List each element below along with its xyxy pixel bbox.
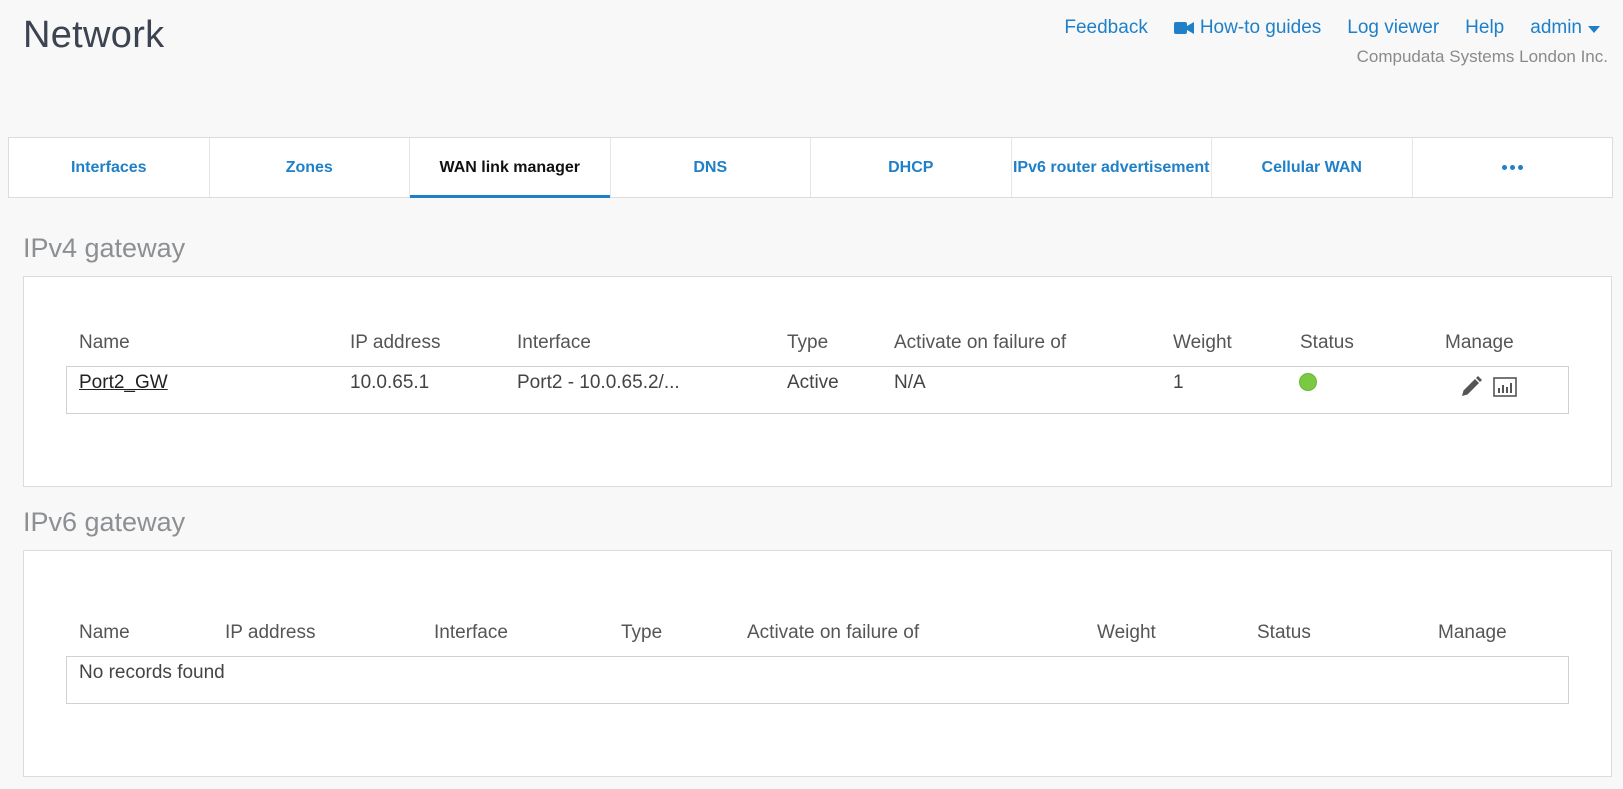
tab-bar: Interfaces Zones WAN link manager DNS DH… (8, 137, 1613, 198)
tab-dhcp[interactable]: DHCP (811, 138, 1012, 197)
col-type: Type (787, 332, 829, 353)
tab-cellular-wan[interactable]: Cellular WAN (1212, 138, 1413, 197)
col-status: Status (1300, 332, 1354, 353)
col-activate-on-failure: Activate on failure of (894, 332, 1067, 353)
table-row: Port2_GW 10.0.65.1 Port2 - 10.0.65.2/...… (66, 366, 1569, 414)
col-manage: Manage (1438, 622, 1507, 643)
col-name: Name (79, 332, 130, 353)
gateway-failover: N/A (894, 372, 926, 393)
empty-row: No records found (66, 656, 1569, 704)
tab-dns[interactable]: DNS (611, 138, 811, 197)
ipv4-section-title: IPv4 gateway (23, 233, 186, 263)
video-camera-icon (1173, 22, 1194, 34)
ipv6-panel: Name IP address Interface Type Activate … (23, 550, 1612, 777)
user-name: admin (1530, 17, 1582, 38)
help-link[interactable]: Help (1465, 17, 1504, 39)
col-manage: Manage (1445, 332, 1514, 353)
chart-icon[interactable] (1493, 376, 1517, 398)
user-menu[interactable]: admin (1530, 17, 1600, 39)
status-up-icon (1299, 373, 1317, 391)
gateway-type: Active (787, 372, 839, 393)
company-name: Compudata Systems London Inc. (1356, 47, 1608, 66)
gateway-ip: 10.0.65.1 (350, 372, 430, 393)
col-weight: Weight (1173, 332, 1232, 353)
col-interface: Interface (434, 622, 508, 643)
col-type: Type (621, 622, 663, 643)
ipv4-panel: Name IP address Interface Type Activate … (23, 276, 1612, 487)
gateway-name-link[interactable]: Port2_GW (79, 372, 168, 394)
col-activate-on-failure: Activate on failure of (747, 622, 920, 643)
ipv6-section-title: IPv6 gateway (23, 507, 186, 537)
howto-guides-link[interactable]: How-to guides (1173, 17, 1322, 39)
howto-guides-label: How-to guides (1199, 17, 1322, 38)
col-ip-address: IP address (350, 332, 441, 353)
feedback-link[interactable]: Feedback (1064, 17, 1147, 39)
tab-ipv6-router-advertisement[interactable]: IPv6 router advertisement (1012, 138, 1212, 197)
edit-pencil-icon[interactable] (1459, 375, 1483, 399)
more-dots-icon (1501, 165, 1523, 170)
caret-down-icon (1588, 25, 1600, 33)
tab-interfaces[interactable]: Interfaces (9, 138, 210, 197)
no-records-text: No records found (79, 662, 225, 683)
col-status: Status (1257, 622, 1311, 643)
tab-zones[interactable]: Zones (210, 138, 410, 197)
more-tabs-button[interactable] (1413, 138, 1613, 197)
gateway-weight: 1 (1173, 372, 1184, 393)
gateway-interface: Port2 - 10.0.65.2/... (517, 372, 680, 393)
tab-wan-link-manager[interactable]: WAN link manager (410, 138, 611, 198)
col-interface: Interface (517, 332, 591, 353)
col-name: Name (79, 622, 130, 643)
page-title: Network (23, 14, 165, 56)
top-links: Feedback How-to guides Log viewer Help a… (1064, 17, 1600, 39)
col-ip-address: IP address (225, 622, 316, 643)
log-viewer-link[interactable]: Log viewer (1347, 17, 1439, 39)
col-weight: Weight (1097, 622, 1156, 643)
